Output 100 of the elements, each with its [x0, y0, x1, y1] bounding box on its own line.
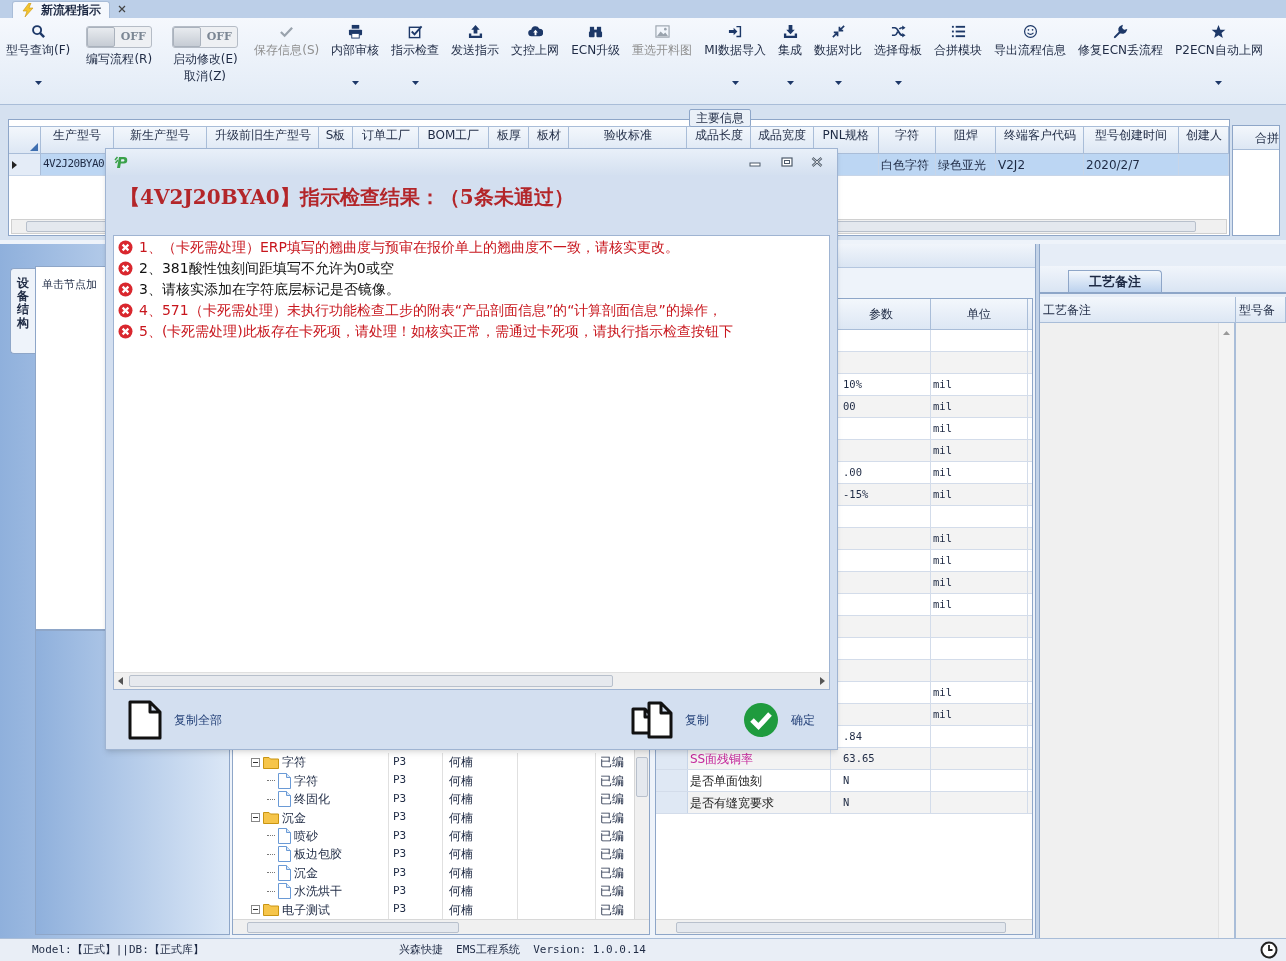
toolbar-button[interactable]: 型号查询(F) — [0, 20, 77, 102]
maximize-icon[interactable] — [781, 157, 793, 167]
shuffle-icon — [890, 24, 906, 39]
table-cell-text: 何楠 — [449, 883, 473, 901]
image-icon — [654, 24, 670, 39]
toolbar-button[interactable]: 修复ECN丢流程 — [1072, 20, 1170, 102]
row-header[interactable] — [9, 154, 41, 175]
table-cell-text: mil — [933, 706, 952, 722]
toolbar-button[interactable]: 数据对比 — [808, 20, 869, 102]
table-cell-text: 何楠 — [449, 864, 473, 882]
status-text: Model:【正式】||DB:【正式库】 — [32, 941, 204, 958]
error-icon — [118, 240, 133, 255]
close-icon[interactable] — [118, 5, 126, 13]
toolbar-button[interactable]: 文控上网 — [505, 20, 566, 102]
table-cell-text: 何楠 — [449, 754, 473, 772]
close-icon[interactable] — [811, 157, 823, 167]
toolbar-button[interactable]: P2ECN自动上网 — [1169, 20, 1269, 102]
tree-node-label[interactable]: 沉金 — [282, 808, 306, 827]
copy-icon — [631, 700, 673, 739]
toolbar-button[interactable]: 选择母板 — [868, 20, 929, 102]
list-icon — [950, 24, 966, 39]
error-icon — [118, 282, 133, 297]
table-cell-text: 00 — [843, 398, 856, 414]
table-cell-text: 已编 — [600, 827, 624, 845]
table-cell-text: 已编 — [600, 883, 624, 901]
caret-icon — [34, 81, 42, 85]
toolbar-button[interactable]: 发送指示 — [445, 20, 506, 102]
column-header: 单位 — [967, 306, 991, 323]
check-circle-icon — [743, 701, 779, 738]
minus-box-icon[interactable] — [251, 905, 260, 915]
toolbar-button[interactable]: 合拼模块 — [928, 20, 989, 102]
column-header: 字符 — [879, 127, 936, 153]
toolbar-button: 重选开料图 — [626, 20, 699, 102]
hint-text: 单击节点加 — [42, 278, 97, 291]
table-cell: P3 — [393, 772, 407, 789]
toolbar-button[interactable]: 内部审核 — [325, 20, 386, 102]
corner-triangle-icon — [30, 143, 38, 151]
table-cell-text: 何楠 — [449, 827, 473, 845]
folder-icon — [263, 903, 279, 917]
table-cell-text: 已编 — [600, 754, 624, 772]
table-cell-text: 已编 — [600, 791, 624, 809]
minus-box-icon[interactable] — [251, 757, 260, 767]
column-header: 终端客户代码 — [996, 127, 1084, 153]
table-cell-text: mil — [933, 420, 952, 436]
tree-node-label[interactable]: 喷砂 — [294, 826, 318, 845]
caret-icon — [411, 81, 419, 85]
tree-node-label[interactable]: 沉金 — [294, 863, 318, 882]
tree-node-label[interactable]: 电子测试 — [282, 900, 330, 919]
document-tab[interactable]: 新流程指示 — [12, 1, 110, 18]
tree-node-label[interactable]: 板边包胶 — [294, 845, 342, 864]
toggle-label: 启动修改(E) 取消(Z) — [172, 51, 238, 85]
toolbar-button: 保存信息(S) — [248, 20, 326, 102]
tree-node-label[interactable]: 字符 — [282, 753, 306, 772]
message-text: 4、571（卡死需处理）未执行功能检查工步的附表“产品剖面信息”的“计算剖面信息”的操作， — [139, 301, 722, 320]
minus-box-icon[interactable] — [251, 813, 260, 823]
wrench-icon — [1113, 24, 1129, 39]
dialog-button[interactable]: 复制全部 — [128, 699, 222, 740]
tree-node-label[interactable]: 字符 — [294, 771, 318, 790]
splitter-handle[interactable] — [1035, 244, 1040, 938]
table-cell-text: 63.65 — [843, 750, 875, 766]
scroll-right-arrow-icon[interactable] — [820, 677, 825, 685]
caret-icon — [731, 81, 739, 85]
column-header: 型号创建时间 — [1084, 127, 1179, 153]
search-icon — [30, 24, 46, 39]
toolbar-button[interactable]: 导出流程信息 — [988, 20, 1073, 102]
message-text: 3、请核实添加在字符底层标记是否镜像。 — [139, 280, 400, 299]
horizontal-scrollbar[interactable] — [656, 919, 1032, 934]
toolbar-button[interactable]: MI数据导入 — [698, 20, 773, 102]
toggle-label: 编写流程(R) — [86, 51, 153, 68]
dialog-button[interactable]: 复制 — [631, 700, 709, 739]
table-cell-text: mil — [933, 574, 952, 590]
document-icon — [278, 864, 291, 881]
clock-icon — [1260, 941, 1278, 959]
table-cell: P3 — [393, 883, 407, 900]
column-header: 参数 — [868, 306, 893, 323]
toolbar-button[interactable]: ECN升级 — [565, 20, 627, 102]
table-cell: 2020/2/7 — [1084, 154, 1179, 175]
caret-icon — [1215, 81, 1223, 85]
table-cell-text: P3 — [393, 753, 407, 770]
table-cell-text: 何楠 — [449, 846, 473, 864]
table-cell-text: mil — [933, 684, 952, 700]
horizontal-scrollbar[interactable] — [233, 919, 649, 934]
panel-tab[interactable]: 工艺备注 — [1068, 270, 1162, 292]
group-title: 主要信息 — [689, 109, 751, 127]
caret-icon — [786, 81, 794, 85]
scroll-left-arrow-icon[interactable] — [118, 677, 123, 685]
toolbar-button[interactable]: 集成 — [772, 20, 809, 102]
tree-node-label[interactable]: 终固化 — [294, 790, 330, 809]
side-tab[interactable]: 设备结构 — [10, 268, 35, 354]
horizontal-scrollbar[interactable] — [114, 672, 829, 689]
table-cell-text: P3 — [393, 827, 407, 844]
upload-icon — [467, 24, 483, 39]
message-text: 1、（卡死需处理）ERP填写的翘曲度与预审在报价单上的翘曲度不一致，请核实更改。 — [139, 238, 679, 257]
table-cell: P3 — [393, 809, 407, 826]
tree-node-label[interactable]: 水洗烘干 — [294, 882, 342, 901]
dialog-button[interactable]: 确定 — [743, 701, 815, 738]
toolbar-button[interactable]: 指示检查 — [385, 20, 446, 102]
table-cell-text: mil — [933, 376, 952, 392]
table-cell-text: mil — [933, 398, 952, 414]
scroll-up-arrow-icon — [1223, 331, 1230, 335]
